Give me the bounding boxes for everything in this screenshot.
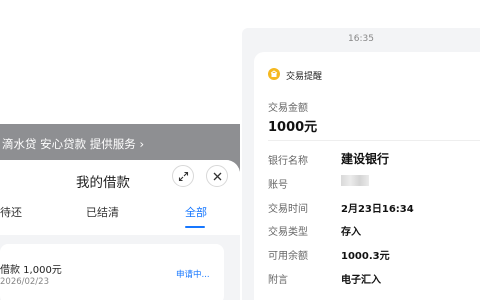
balance-value: 1000.3元 (341, 251, 390, 262)
divider (268, 140, 480, 141)
transaction-type-label: 交易类型 (268, 227, 308, 238)
bank-name-label: 银行名称 (268, 156, 308, 167)
loan-status: 申请中... (176, 270, 210, 280)
amount-label: 交易金额 (268, 103, 308, 114)
close-button[interactable] (206, 165, 228, 187)
amount-value: 1000元 (268, 120, 318, 135)
memo-value: 电子汇入 (341, 275, 381, 286)
expand-button[interactable] (172, 165, 194, 187)
transaction-time-value: 2月23日16:34 (341, 204, 414, 215)
loan-date: 2026/02/23 (0, 277, 49, 287)
account-masked-value (341, 175, 369, 186)
active-tab-indicator (185, 226, 205, 228)
notice-title: 交易提醒 (286, 72, 323, 82)
notification-time: 16:35 (348, 34, 374, 44)
balance-label: 可用余额 (268, 251, 308, 262)
bank-name-value: 建设银行 (341, 152, 390, 166)
loan-amount-title: 借款 1,000元 (0, 265, 62, 276)
tab-settled[interactable]: 已结清 (86, 204, 119, 220)
transaction-type-value: 存入 (341, 227, 361, 238)
close-icon (213, 172, 222, 181)
notice-badge-icon (268, 68, 280, 80)
transaction-time-label: 交易时间 (268, 204, 308, 215)
tab-pending[interactable]: 待还 (0, 204, 22, 220)
expand-icon (178, 171, 189, 182)
memo-label: 附言 (268, 275, 288, 286)
account-label: 账号 (268, 180, 288, 191)
promo-banner-text[interactable]: 滴水贷 安心贷款 提供服务 › (2, 136, 144, 152)
tab-all[interactable]: 全部 (185, 204, 207, 220)
